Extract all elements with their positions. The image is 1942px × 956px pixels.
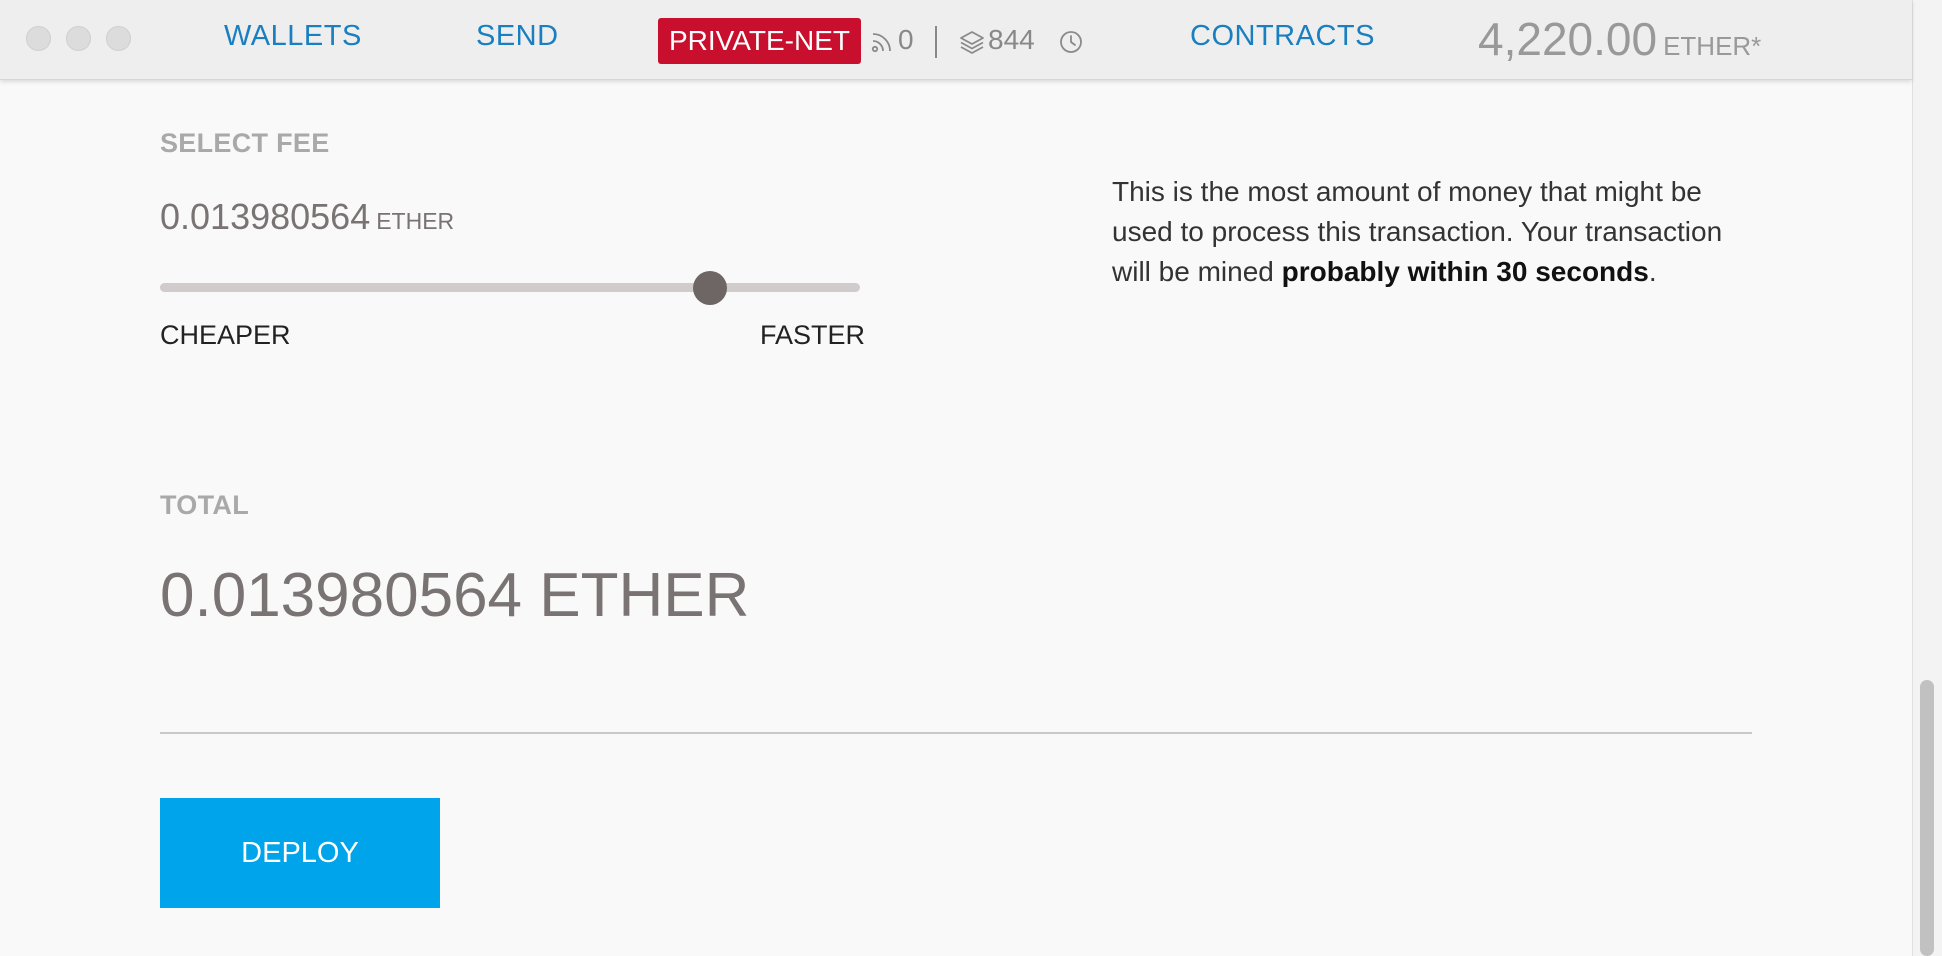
nav-send[interactable]: SEND [476, 20, 559, 53]
top-nav-bar: WALLETS SEND PRIVATE-NET 0 844 CONTRACTS… [0, 0, 1912, 80]
fee-slider-fill [160, 283, 710, 292]
peers-signal-icon [871, 33, 891, 53]
fee-info-part-2: . [1648, 256, 1657, 287]
slider-cheaper-label: CHEAPER [160, 320, 291, 350]
balance-amount: 4,220.00 [1478, 13, 1658, 65]
fee-amount-value: 0.013980564 [160, 196, 371, 237]
fee-amount-unit: ETHER [376, 208, 455, 234]
nav-wallets[interactable]: WALLETS [224, 20, 362, 53]
window-minimize-button[interactable] [66, 26, 91, 51]
status-separator [935, 26, 937, 58]
block-count: 844 [988, 24, 1035, 55]
account-balance: 4,220.00 ETHER* [1478, 12, 1761, 66]
deploy-button[interactable]: DEPLOY [160, 798, 440, 908]
fee-info-text: This is the most amount of money that mi… [1112, 172, 1752, 292]
peer-count: 0 [898, 24, 914, 55]
total-label: TOTAL [160, 490, 249, 520]
nav-contracts[interactable]: CONTRACTS [1190, 20, 1375, 53]
wallet-window: WALLETS SEND PRIVATE-NET 0 844 CONTRACTS… [0, 0, 1942, 956]
window-close-button[interactable] [26, 26, 51, 51]
total-amount: 0.013980564 ETHER [160, 561, 750, 630]
divider [160, 732, 1752, 734]
layers-icon [960, 31, 984, 54]
fee-slider-thumb[interactable] [692, 271, 727, 305]
window-maximize-button[interactable] [106, 26, 131, 51]
scrollbar-thumb[interactable] [1920, 680, 1934, 956]
fee-slider[interactable] [160, 271, 860, 305]
fee-amount: 0.013980564 ETHER [160, 196, 454, 238]
fee-info-estimate: probably within 30 seconds [1281, 256, 1649, 287]
vertical-scrollbar[interactable] [1912, 0, 1942, 956]
network-badge: PRIVATE-NET [658, 18, 861, 64]
clock-icon [1060, 31, 1082, 53]
slider-faster-label: FASTER [760, 320, 866, 350]
balance-unit: ETHER* [1663, 31, 1762, 61]
select-fee-label: SELECT FEE [160, 128, 330, 158]
